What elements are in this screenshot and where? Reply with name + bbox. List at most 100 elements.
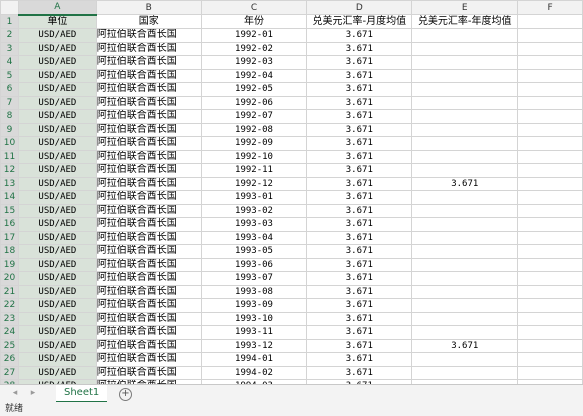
cell-unit[interactable]: USD/AED: [17, 311, 97, 326]
cell-yearly-rate[interactable]: [411, 352, 519, 367]
cell-yearly-rate[interactable]: [411, 82, 519, 97]
cell-yearly-rate[interactable]: [411, 163, 519, 178]
cell-yearly-rate[interactable]: [411, 149, 519, 164]
cell-date[interactable]: 1992-02: [200, 41, 308, 56]
cell-country[interactable]: 阿拉伯联合酋长国: [95, 244, 202, 259]
cell-country[interactable]: 阿拉伯联合酋长国: [95, 284, 202, 299]
cell-monthly-rate[interactable]: 3.671: [306, 109, 413, 124]
cell-unit[interactable]: USD/AED: [17, 176, 97, 191]
cell-unit[interactable]: USD/AED: [17, 325, 97, 340]
column-header-a[interactable]: A: [17, 0, 97, 16]
cell-empty[interactable]: [517, 284, 583, 299]
cell-monthly-rate[interactable]: 3.671: [306, 352, 413, 367]
cell-monthly-rate[interactable]: 3.671: [306, 311, 413, 326]
cell-empty[interactable]: [517, 68, 583, 83]
cell-yearly-rate[interactable]: [411, 325, 519, 340]
row-number[interactable]: 16: [0, 217, 19, 232]
cell-country[interactable]: 阿拉伯联合酋长国: [95, 325, 202, 340]
row-number[interactable]: 18: [0, 244, 19, 259]
cell-yearly-rate[interactable]: [411, 311, 519, 326]
cell-date[interactable]: 1992-07: [200, 109, 308, 124]
cell-empty[interactable]: [517, 257, 583, 272]
cell-country[interactable]: 阿拉伯联合酋长国: [95, 41, 202, 56]
cell-yearly-rate[interactable]: [411, 28, 519, 43]
row-number[interactable]: 17: [0, 230, 19, 245]
column-header-f[interactable]: F: [517, 0, 583, 15]
cell-empty[interactable]: [517, 365, 583, 380]
cell-monthly-rate[interactable]: 3.671: [306, 203, 413, 218]
cell-empty[interactable]: [517, 352, 583, 367]
cell-unit[interactable]: USD/AED: [17, 82, 97, 97]
cell-monthly-rate[interactable]: 3.671: [306, 122, 413, 137]
tab-next-icon[interactable]: ▸: [28, 388, 38, 398]
cell-date[interactable]: 1992-09: [200, 136, 308, 151]
cell-country[interactable]: 阿拉伯联合酋长国: [95, 122, 202, 137]
cell-date[interactable]: 1994-02: [200, 365, 308, 380]
cell-date[interactable]: 1992-04: [200, 68, 308, 83]
cell-date[interactable]: 1993-01: [200, 190, 308, 205]
cell-yearly-rate[interactable]: [411, 217, 519, 232]
cell-empty[interactable]: [517, 163, 583, 178]
cell-yearly-rate[interactable]: [411, 122, 519, 137]
cell-unit[interactable]: USD/AED: [17, 190, 97, 205]
cell-unit[interactable]: USD/AED: [17, 41, 97, 56]
cell-empty[interactable]: [517, 41, 583, 56]
column-header-d[interactable]: D: [306, 0, 413, 15]
cell-monthly-rate[interactable]: 3.671: [306, 163, 413, 178]
cell-monthly-rate[interactable]: 3.671: [306, 190, 413, 205]
cell-date[interactable]: 1992-08: [200, 122, 308, 137]
row-number[interactable]: 4: [0, 55, 19, 70]
cell-yearly-rate[interactable]: [411, 298, 519, 313]
column-header-e[interactable]: E: [411, 0, 519, 15]
select-all-corner[interactable]: [0, 0, 19, 15]
row-number[interactable]: 3: [0, 41, 19, 56]
cell-yearly-rate[interactable]: [411, 68, 519, 83]
add-sheet-icon[interactable]: +: [119, 388, 132, 401]
cell-empty[interactable]: [517, 95, 583, 110]
cell-unit[interactable]: USD/AED: [17, 109, 97, 124]
cell-header-country[interactable]: 国家: [95, 14, 202, 29]
cell-empty[interactable]: [517, 311, 583, 326]
cell-empty[interactable]: [517, 149, 583, 164]
cell-monthly-rate[interactable]: 3.671: [306, 68, 413, 83]
row-number[interactable]: 22: [0, 298, 19, 313]
cell-yearly-rate[interactable]: [411, 55, 519, 70]
cell-date[interactable]: 1993-05: [200, 244, 308, 259]
cell-empty[interactable]: [517, 122, 583, 137]
cell-monthly-rate[interactable]: 3.671: [306, 298, 413, 313]
row-number[interactable]: 19: [0, 257, 19, 272]
cell-date[interactable]: 1992-10: [200, 149, 308, 164]
cell-yearly-rate[interactable]: [411, 244, 519, 259]
cell-monthly-rate[interactable]: 3.671: [306, 365, 413, 380]
cell-empty[interactable]: [517, 217, 583, 232]
cell-country[interactable]: 阿拉伯联合酋长国: [95, 217, 202, 232]
row-number[interactable]: 24: [0, 325, 19, 340]
cell-monthly-rate[interactable]: 3.671: [306, 271, 413, 286]
cell-country[interactable]: 阿拉伯联合酋长国: [95, 338, 202, 353]
cell-country[interactable]: 阿拉伯联合酋长国: [95, 55, 202, 70]
cell-monthly-rate[interactable]: 3.671: [306, 244, 413, 259]
tab-prev-icon[interactable]: ◂: [10, 388, 20, 398]
cell-unit[interactable]: USD/AED: [17, 217, 97, 232]
cell-monthly-rate[interactable]: 3.671: [306, 149, 413, 164]
cell-monthly-rate[interactable]: 3.671: [306, 257, 413, 272]
cell-unit[interactable]: USD/AED: [17, 271, 97, 286]
cell-empty[interactable]: [517, 230, 583, 245]
cell-empty[interactable]: [517, 55, 583, 70]
cell-unit[interactable]: USD/AED: [17, 68, 97, 83]
cell-yearly-rate[interactable]: [411, 41, 519, 56]
cell-country[interactable]: 阿拉伯联合酋长国: [95, 298, 202, 313]
cell-unit[interactable]: USD/AED: [17, 55, 97, 70]
cell-date[interactable]: 1992-01: [200, 28, 308, 43]
cell-monthly-rate[interactable]: 3.671: [306, 325, 413, 340]
cell-country[interactable]: 阿拉伯联合酋长国: [95, 82, 202, 97]
cell-unit[interactable]: USD/AED: [17, 298, 97, 313]
row-number[interactable]: 2: [0, 28, 19, 43]
cell-date[interactable]: 1993-02: [200, 203, 308, 218]
cell-empty[interactable]: [517, 136, 583, 151]
cell-country[interactable]: 阿拉伯联合酋长国: [95, 109, 202, 124]
cell-header-monthly[interactable]: 兑美元汇率-月度均值: [306, 14, 413, 29]
row-number[interactable]: 11: [0, 149, 19, 164]
cell-country[interactable]: 阿拉伯联合酋长国: [95, 203, 202, 218]
cell-empty[interactable]: [517, 325, 583, 340]
